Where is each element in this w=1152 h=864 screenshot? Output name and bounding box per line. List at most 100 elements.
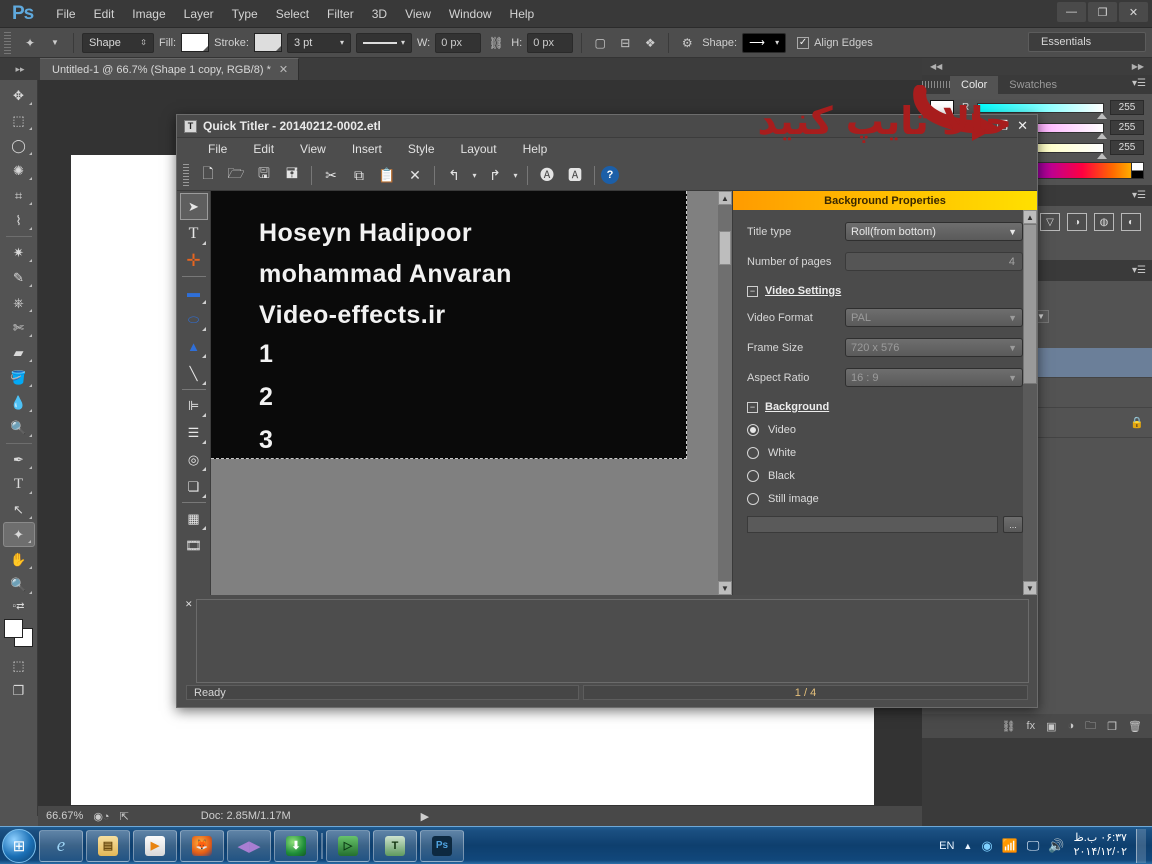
menu-help[interactable]: Help [501,3,544,25]
restore-button[interactable]: ❐ [996,118,1008,134]
blur-tool-icon[interactable]: 💧 [3,390,35,415]
collapse-icon[interactable]: − [747,285,758,297]
color-balance-icon[interactable]: ◍ [1094,213,1114,231]
foreground-background-colors[interactable] [3,619,34,647]
windows-explorer-icon[interactable]: ▤ [86,829,130,862]
scroll-down-icon[interactable]: ▼ [718,581,732,595]
move-tool-icon[interactable]: ✥ [3,83,35,108]
radio-button[interactable] [747,424,759,436]
titler-menu-style[interactable]: Style [395,139,448,159]
canvas-text-line[interactable]: Hoseyn Hadipoor [259,219,686,248]
internet-explorer-icon[interactable]: e [39,829,83,862]
stroke-width-select[interactable]: 3 pt ▾ [286,32,351,53]
open-file-icon[interactable]: 🗁 [223,163,249,187]
internet-download-manager-icon[interactable]: ⬇ [274,829,318,862]
channel-value-r[interactable]: 255 [1110,100,1144,115]
status-expand-arrow-icon[interactable]: ▶ [421,810,429,823]
tool-preset-chevron-down-icon[interactable]: ▼ [45,33,65,53]
safe-area-icon[interactable]: 🎞 [180,532,208,559]
delete-layer-icon[interactable]: 🗑 [1128,720,1142,733]
path-selection-tool-icon[interactable]: ↖ [3,497,35,522]
tab-swatches[interactable]: Swatches [998,76,1068,94]
undo-icon[interactable]: ↰ [441,163,467,187]
title-video-canvas[interactable]: Hoseyn Hadipoor mohammad Anvaran Video-e… [211,191,687,459]
scroll-up-icon[interactable]: ▲ [1023,210,1037,224]
media-player-icon[interactable]: ▶ [133,829,177,862]
radio-button[interactable] [747,493,759,505]
menu-type[interactable]: Type [223,3,267,25]
quick-mask-icon[interactable]: ⬚ [3,653,35,678]
height-input[interactable]: 0 px [527,32,574,53]
channel-value-g[interactable]: 255 [1110,120,1144,135]
close-icon[interactable]: ✕ [279,63,288,76]
crosshair-tool-icon[interactable]: ✛ [180,247,208,274]
custom-shape-tool-icon[interactable]: ✦ [2,522,35,547]
cut-icon[interactable]: ✂ [318,163,344,187]
canvas-vertical-scrollbar[interactable]: ▲ ▼ [718,191,732,595]
background-option-video[interactable]: Video [747,424,1023,436]
new-file-icon[interactable]: 🗋 [195,163,221,187]
shape-mode-select[interactable]: Shape ⇳ [82,32,154,53]
video-settings-section-header[interactable]: − Video Settings [747,285,1023,297]
options-bar-grip[interactable] [4,31,11,54]
photoshop-icon[interactable]: Ps [420,829,464,862]
workspace-selector[interactable]: Essentials [1028,32,1146,52]
menu-edit[interactable]: Edit [85,3,124,25]
distribute-icon[interactable]: ☰ [180,419,208,446]
zoom-level[interactable]: 66.67% [46,810,83,822]
title-type-select[interactable]: Roll(from bottom) ▼ [845,222,1023,241]
show-hidden-icons-icon[interactable]: ▲ [963,841,972,851]
titler-menu-view[interactable]: View [287,139,339,159]
minimize-button[interactable]: — [1057,2,1086,22]
hue-saturation-icon[interactable]: ◑ [1067,213,1087,231]
object-list-panel[interactable] [195,599,1029,683]
marquee-tool-icon[interactable]: ⬚ [3,108,35,133]
stroke-style-select[interactable]: ▾ [355,32,412,53]
movie-maker-icon[interactable]: ◀▶ [227,829,271,862]
align-left-icon[interactable]: ⊫ [180,392,208,419]
scroll-down-icon[interactable]: ▼ [1023,581,1037,595]
gear-icon[interactable]: ⚙ [677,33,697,53]
background-section-header[interactable]: − Background [747,401,1023,413]
background-option-still-image[interactable]: Still image [747,493,1023,505]
canvas-text-line[interactable]: 2 [259,383,686,412]
menu-filter[interactable]: Filter [318,3,363,25]
share-icon[interactable]: ⇱ [120,810,129,823]
menu-select[interactable]: Select [267,3,318,25]
pen-tool-icon[interactable]: ✒ [3,447,35,472]
eraser-tool-icon[interactable]: ▰ [3,340,35,365]
titler-menu-help[interactable]: Help [510,139,561,159]
find-text-icon[interactable]: 🅰 [562,163,588,187]
screen-mode-icon[interactable]: ❐ [3,678,35,703]
titler-menu-file[interactable]: File [195,139,240,159]
background-option-white[interactable]: White [747,447,1023,459]
eyedropper-tool-icon[interactable]: ⌇ [3,208,35,233]
arrange-icon[interactable]: ❏ [180,473,208,500]
clone-stamp-tool-icon[interactable]: ⎈ [3,290,35,315]
scrollbar-thumb[interactable] [719,231,731,265]
tab-color[interactable]: Color [950,76,999,94]
grid-icon[interactable]: ▦ [180,505,208,532]
frame-size-select[interactable]: 720 x 576 ▼ [845,338,1023,357]
foreground-color-swatch[interactable] [3,619,23,638]
link-layers-icon[interactable]: ⛓ [1002,720,1016,733]
channel-value-b[interactable]: 255 [1110,140,1144,155]
dodge-tool-icon[interactable]: 🔍 [3,415,35,440]
spot-healing-tool-icon[interactable]: ✷ [3,240,35,265]
quick-titler-icon[interactable]: T [373,829,417,862]
canvas-text-line[interactable]: mohammad Anvaran [259,260,686,289]
close-button[interactable]: ✕ [1119,2,1148,22]
type-tool-icon[interactable]: T [3,472,35,497]
collapse-icon[interactable]: − [747,401,758,413]
dock-collapse-bar[interactable]: ◀◀ ▶▶ [922,58,1152,75]
copy-icon[interactable]: ⧉ [346,163,372,187]
radio-button[interactable] [747,447,759,459]
canvas-text-line[interactable]: 3 [259,426,686,455]
brush-tool-icon[interactable]: ✎ [3,265,35,290]
crop-tool-icon[interactable]: ⌗ [3,183,35,208]
align-edges-checkbox[interactable]: ✓ [797,36,810,49]
document-tab[interactable]: Untitled-1 @ 66.7% (Shape 1 copy, RGB/8)… [40,58,300,80]
menu-layer[interactable]: Layer [175,3,223,25]
preview-toggle-icon[interactable]: ◉◔ [93,810,109,823]
pointer-tool-icon[interactable]: ➤ [179,193,208,220]
